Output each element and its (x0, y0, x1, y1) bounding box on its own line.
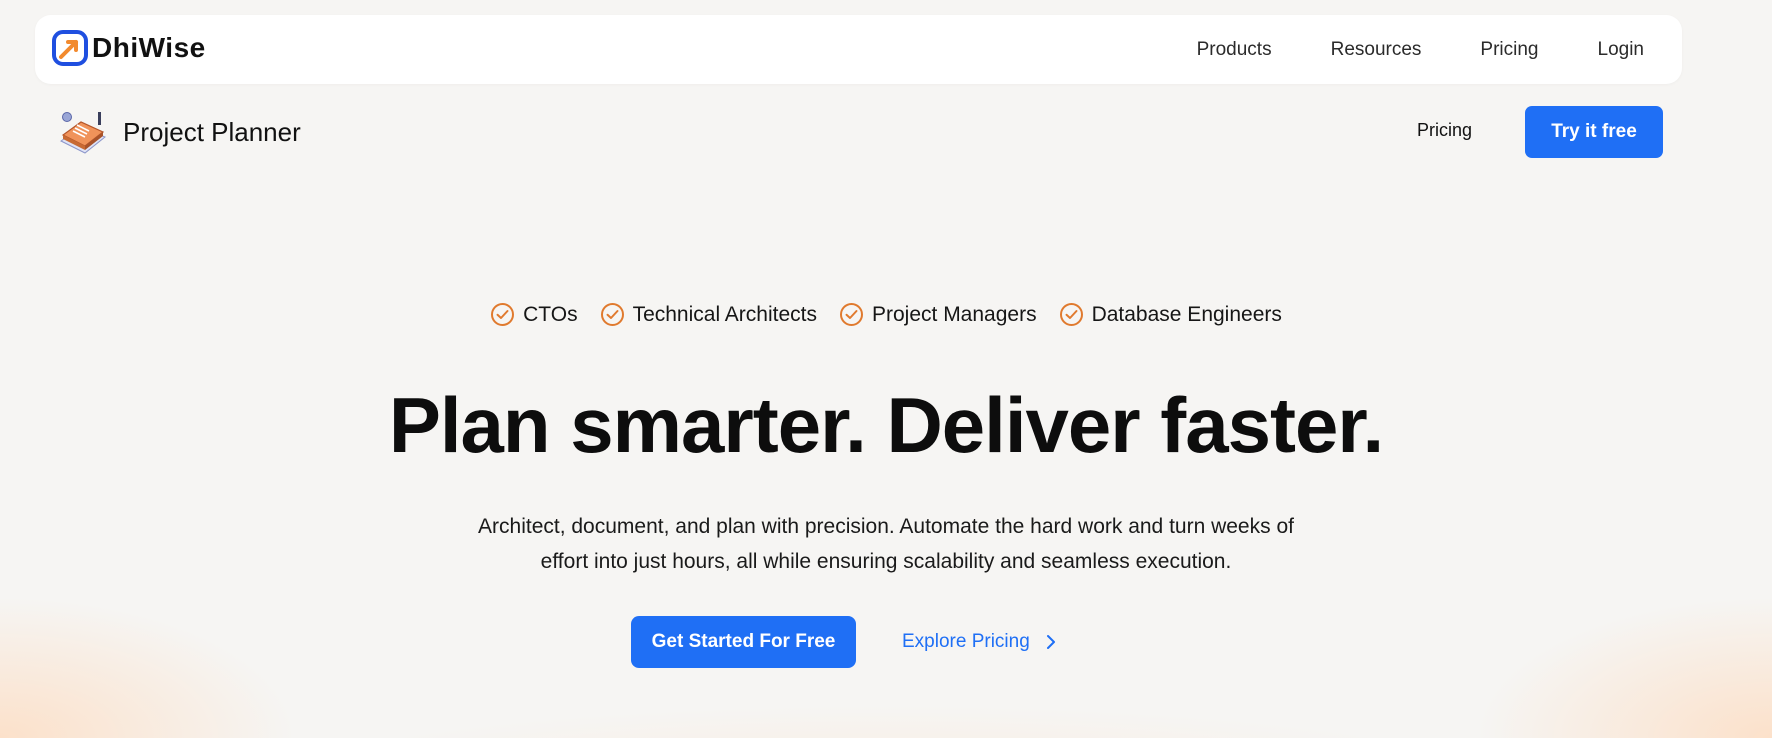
product-title: Project Planner (123, 116, 301, 147)
explore-pricing-link[interactable]: Explore Pricing (902, 631, 1058, 653)
product-header[interactable]: Project Planner (55, 106, 301, 158)
hero-cta-row: Get Started For Free Explore Pricing (631, 616, 1058, 668)
hero-subtitle: Architect, document, and plan with preci… (0, 509, 1772, 579)
brand-logo[interactable]: DhiWise (52, 30, 206, 66)
get-started-button[interactable]: Get Started For Free (631, 616, 856, 668)
try-it-free-button[interactable]: Try it free (1525, 106, 1663, 158)
primary-nav: Products Resources Pricing Login (1197, 15, 1644, 84)
explore-pricing-label: Explore Pricing (902, 631, 1030, 652)
dhiwise-logo-icon (52, 30, 88, 66)
check-circle-icon (1059, 303, 1083, 326)
check-circle-icon (840, 303, 863, 326)
hero-title: Plan smarter. Deliver faster. (388, 381, 1384, 469)
audience-item-project-managers: Project Managers (839, 302, 1037, 327)
nav-resources[interactable]: Resources (1331, 39, 1422, 61)
audience-label: Project Managers (872, 302, 1037, 326)
audience-label: Database Engineers (1091, 302, 1282, 326)
brand-name: DhiWise (92, 32, 206, 63)
audience-list: CTOs Technical Architects Project Manage… (0, 302, 1772, 327)
hero-subtitle-line-2: effort into just hours, all while ensuri… (540, 550, 1232, 573)
top-navbar: DhiWise Products Resources Pricing Login (35, 15, 1682, 84)
chevron-right-icon (1046, 635, 1055, 649)
audience-item-architects: Technical Architects (600, 302, 817, 327)
nav-pricing[interactable]: Pricing (1480, 39, 1538, 61)
hero-subtitle-line-1: Architect, document, and plan with preci… (478, 515, 1294, 538)
project-planner-icon (60, 112, 106, 154)
nav-products[interactable]: Products (1197, 39, 1272, 61)
nav-login[interactable]: Login (1598, 39, 1645, 61)
check-circle-icon (600, 303, 624, 326)
audience-item-ctos: CTOs (490, 302, 578, 327)
audience-label: CTOs (523, 302, 578, 326)
audience-label: Technical Architects (632, 302, 817, 326)
check-circle-icon (491, 303, 515, 326)
audience-item-database-engineers: Database Engineers (1059, 302, 1282, 327)
product-pricing-link[interactable]: Pricing (1417, 120, 1472, 141)
